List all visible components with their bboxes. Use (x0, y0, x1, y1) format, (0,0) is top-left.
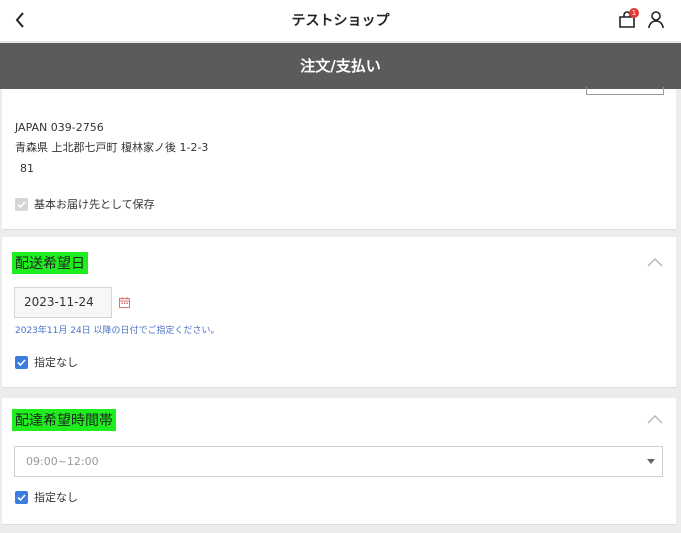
save-default-checkbox[interactable] (15, 197, 28, 211)
time-none-checkbox[interactable] (15, 490, 28, 504)
calendar-icon[interactable] (119, 297, 130, 308)
save-default-row: 基本お届け先として保存 (15, 196, 155, 212)
address-street: 青森県 上北郡七戸町 榎林家ノ後 1-2-3 (15, 141, 209, 154)
delivery-date-title: 配送希望日 (12, 252, 88, 274)
top-bar: テストショップ 1 (0, 0, 681, 42)
date-none-label: 指定なし (34, 356, 78, 369)
delivery-time-card: 配達希望時間帯 09:00~12:00 指定なし (2, 398, 676, 525)
address-phone: 81 (20, 162, 34, 175)
date-none-row: 指定なし (15, 354, 78, 370)
shipping-address-card: JAPAN 039-2756 青森県 上北郡七戸町 榎林家ノ後 1-2-3 81… (2, 87, 676, 230)
date-hint-text: 2023年11月 24日 以降の日付でご指定ください。 (15, 326, 220, 336)
address-postal: JAPAN 039-2756 (15, 121, 104, 134)
time-none-row: 指定なし (15, 489, 78, 505)
user-icon[interactable] (647, 10, 665, 30)
dropdown-arrow-icon[interactable] (647, 459, 655, 464)
date-none-checkbox[interactable] (15, 355, 28, 369)
delivery-time-select[interactable]: 09:00~12:00 (14, 446, 663, 477)
delivery-date-input[interactable]: 2023-11-24 (14, 287, 112, 318)
chevron-up-icon[interactable] (646, 256, 664, 268)
address-change-button[interactable] (586, 87, 664, 95)
chevron-up-icon[interactable] (646, 413, 664, 425)
delivery-time-title: 配達希望時間帯 (12, 409, 116, 431)
shop-title: テストショップ (291, 13, 390, 29)
delivery-date-card: 配送希望日 2023-11-24 2023年11月 24日 以降の日付でご指定く… (2, 237, 676, 388)
save-default-label: 基本お届け先として保存 (34, 198, 155, 211)
page-title-bar: 注文/支払い (0, 43, 681, 89)
time-none-label: 指定なし (34, 491, 78, 504)
cart-count-badge: 1 (629, 8, 639, 18)
